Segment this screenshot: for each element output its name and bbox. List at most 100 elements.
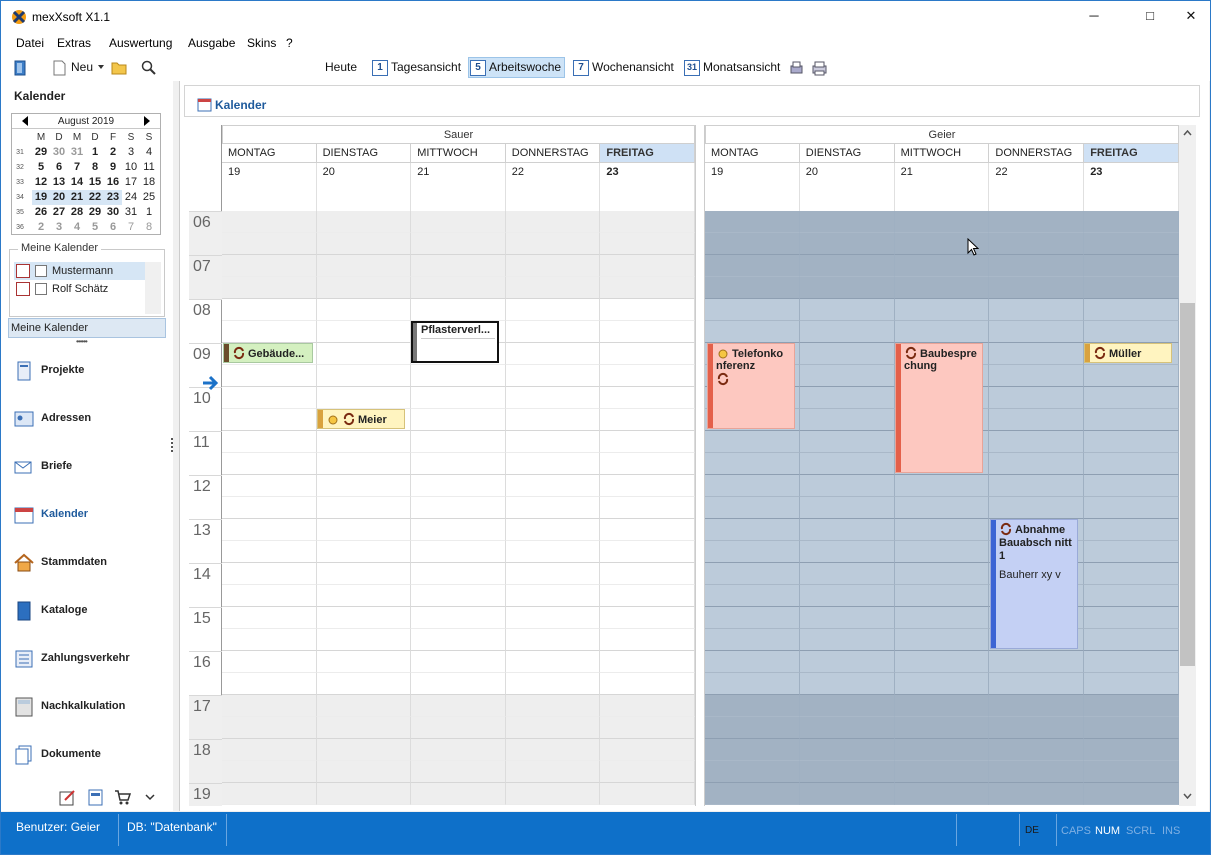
time-slot[interactable]	[1084, 695, 1179, 717]
time-slot[interactable]	[411, 761, 506, 783]
time-slot[interactable]	[1084, 365, 1179, 387]
time-slot[interactable]	[894, 739, 990, 761]
next-month-arrow-icon[interactable]	[144, 116, 150, 126]
day-header[interactable]: DONNERSTAG	[989, 144, 1085, 163]
time-slot[interactable]	[600, 497, 695, 519]
nav-zahlungsverkehr[interactable]: Zahlungsverkehr	[11, 643, 169, 673]
time-slot[interactable]	[505, 277, 601, 299]
mini-calendar-day[interactable]: 1	[140, 205, 158, 220]
time-slot[interactable]	[894, 783, 990, 805]
print-icon[interactable]	[811, 61, 828, 76]
time-slot[interactable]	[894, 585, 990, 607]
time-slot[interactable]	[222, 783, 317, 805]
time-slot[interactable]	[989, 255, 1085, 277]
maximize-button[interactable]: □	[1127, 1, 1173, 33]
time-slot[interactable]	[1084, 673, 1179, 695]
time-slot[interactable]	[799, 695, 895, 717]
time-slot[interactable]	[989, 673, 1085, 695]
time-slot[interactable]	[894, 673, 990, 695]
menu-extras[interactable]: Extras	[57, 36, 91, 50]
time-slot[interactable]	[505, 673, 601, 695]
time-slot[interactable]	[411, 519, 506, 541]
mini-calendar-day[interactable]: 18	[140, 175, 158, 190]
time-slot[interactable]	[316, 651, 412, 673]
time-slot[interactable]	[705, 255, 800, 277]
mini-calendar-day[interactable]: 29	[32, 145, 50, 160]
time-slot[interactable]	[799, 585, 895, 607]
time-slot[interactable]	[222, 299, 317, 321]
day-header[interactable]: MONTAG	[222, 144, 317, 163]
time-slot[interactable]	[316, 673, 412, 695]
time-slot[interactable]	[989, 387, 1085, 409]
mini-calendar-day[interactable]: 11	[140, 160, 158, 175]
mini-calendar-day[interactable]: 31	[68, 145, 86, 160]
print-preview-icon[interactable]	[788, 61, 805, 76]
my-calendars-scrollbar[interactable]	[145, 262, 161, 314]
time-slot[interactable]	[316, 211, 412, 233]
time-slot[interactable]	[1084, 409, 1179, 431]
time-slot[interactable]	[222, 321, 317, 343]
mini-calendar-day[interactable]: 27	[50, 205, 68, 220]
scrollbar-thumb[interactable]	[1180, 303, 1195, 666]
time-slot[interactable]	[600, 453, 695, 475]
time-slot[interactable]	[316, 431, 412, 453]
time-slot[interactable]	[316, 585, 412, 607]
mini-calendar-day[interactable]: 9	[104, 160, 122, 175]
time-slot[interactable]	[222, 563, 317, 585]
mini-calendar-day[interactable]: 5	[86, 220, 104, 235]
time-slot[interactable]	[799, 387, 895, 409]
cart-icon[interactable]	[114, 789, 131, 806]
time-slot[interactable]	[894, 563, 990, 585]
time-slot[interactable]	[799, 497, 895, 519]
time-slot[interactable]	[894, 717, 990, 739]
time-slot[interactable]	[989, 299, 1085, 321]
time-slot[interactable]	[316, 761, 412, 783]
time-slot[interactable]	[600, 739, 695, 761]
time-slot[interactable]	[222, 717, 317, 739]
time-slot[interactable]	[505, 475, 601, 497]
minimize-button[interactable]: ─	[1071, 1, 1117, 33]
previous-month-arrow-icon[interactable]	[22, 116, 28, 126]
menu-auswertung[interactable]: Auswertung	[109, 36, 172, 50]
mini-calendar-day[interactable]: 23	[104, 190, 122, 205]
mini-calendar-day[interactable]: 16	[104, 175, 122, 190]
time-slot[interactable]	[222, 761, 317, 783]
time-slot[interactable]	[222, 519, 317, 541]
splitter-handle[interactable]	[171, 438, 174, 452]
day-header[interactable]: DONNERSTAG	[505, 144, 601, 163]
time-slot[interactable]	[705, 563, 800, 585]
time-slot[interactable]	[411, 453, 506, 475]
time-slot[interactable]	[989, 233, 1085, 255]
time-slot[interactable]	[705, 453, 800, 475]
time-slot[interactable]	[600, 255, 695, 277]
day-header[interactable]: FREITAG	[600, 144, 695, 163]
time-slot[interactable]	[505, 453, 601, 475]
time-slot[interactable]	[222, 211, 317, 233]
time-slot[interactable]	[705, 607, 800, 629]
time-slot[interactable]	[316, 343, 412, 365]
time-slot[interactable]	[411, 739, 506, 761]
time-slot[interactable]	[989, 497, 1085, 519]
time-slot[interactable]	[222, 673, 317, 695]
time-slot[interactable]	[411, 651, 506, 673]
time-slot[interactable]	[411, 673, 506, 695]
time-slot[interactable]	[316, 233, 412, 255]
time-slot[interactable]	[1084, 277, 1179, 299]
nav-briefe[interactable]: Briefe	[11, 451, 169, 481]
day-header[interactable]: MITTWOCH	[894, 144, 990, 163]
time-slot[interactable]	[705, 673, 800, 695]
time-slot[interactable]	[894, 629, 990, 651]
time-slot[interactable]	[705, 519, 800, 541]
mini-calendar-day[interactable]: 20	[50, 190, 68, 205]
time-slot[interactable]	[705, 717, 800, 739]
time-slot[interactable]	[894, 541, 990, 563]
time-slot[interactable]	[600, 321, 695, 343]
time-slot[interactable]	[505, 541, 601, 563]
open-folder-icon[interactable]	[111, 61, 128, 75]
time-slot[interactable]	[600, 695, 695, 717]
time-slot[interactable]	[222, 629, 317, 651]
time-slot[interactable]	[989, 761, 1085, 783]
exit-door-icon[interactable]	[14, 60, 28, 76]
time-slot[interactable]	[1084, 783, 1179, 805]
time-slot[interactable]	[600, 761, 695, 783]
